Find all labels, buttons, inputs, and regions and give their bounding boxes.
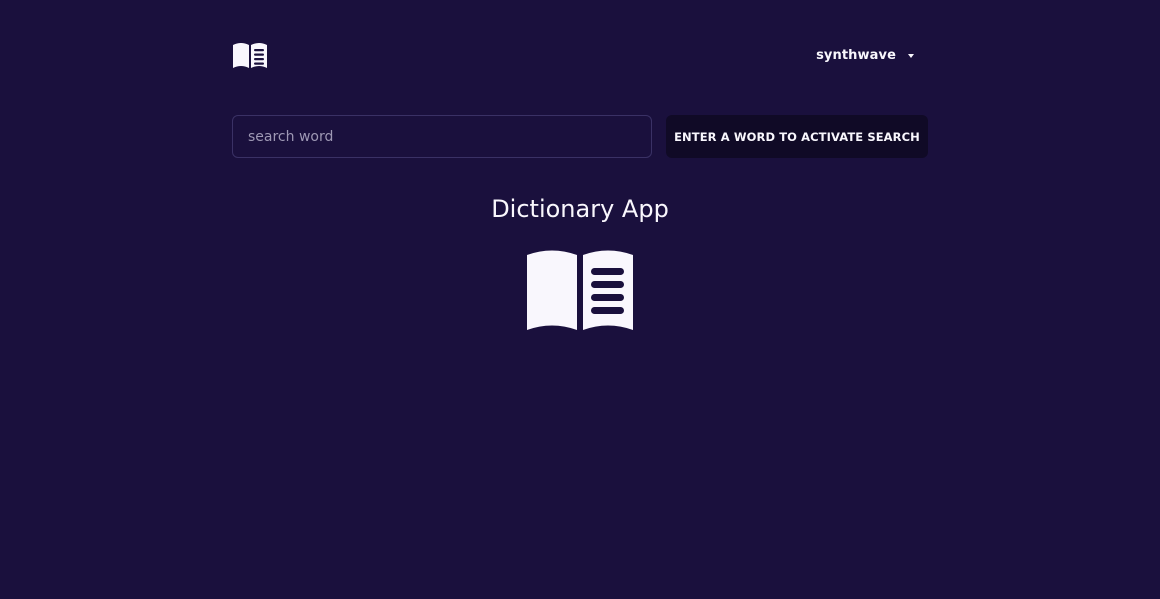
open-book-icon[interactable] xyxy=(232,40,268,70)
navbar: synthwave xyxy=(232,38,928,74)
page-title: Dictionary App xyxy=(491,195,669,223)
app-page: synthwave ENTER A WORD TO ACTIVATE SEARC… xyxy=(0,0,1160,599)
theme-dropdown-label: synthwave xyxy=(816,48,896,63)
open-book-icon xyxy=(527,250,633,330)
theme-dropdown[interactable]: synthwave xyxy=(816,48,914,63)
search-button[interactable]: ENTER A WORD TO ACTIVATE SEARCH xyxy=(666,115,928,158)
chevron-down-icon xyxy=(908,54,914,58)
search-input[interactable] xyxy=(232,115,652,158)
